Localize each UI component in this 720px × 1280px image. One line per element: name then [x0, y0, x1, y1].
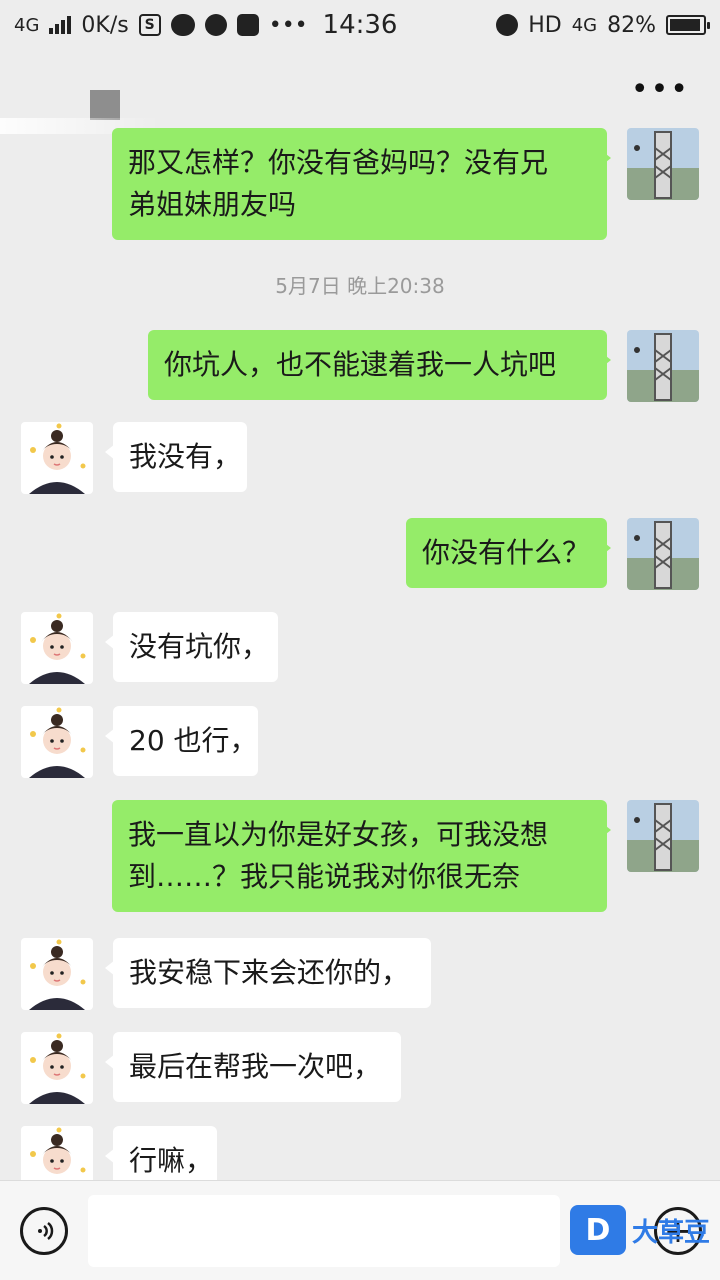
my-avatar[interactable]	[627, 330, 699, 402]
received-message-bubble[interactable]: 我没有，	[105, 422, 247, 492]
received-message-bubble[interactable]: 最后在帮我一次吧，	[105, 1032, 401, 1102]
chat-header: •••	[0, 50, 720, 134]
message-text-line: 到……？我只能说我对你很无奈	[128, 860, 521, 893]
battery-icon	[666, 15, 710, 35]
message-text-line: 你坑人，也不能逮着我一人坑吧	[164, 348, 557, 381]
network-label: 4G	[14, 14, 40, 36]
tower-photo-icon	[627, 518, 699, 590]
sent-message-bubble[interactable]: 你没有什么？	[406, 518, 611, 588]
wechat-icon	[170, 14, 195, 36]
message-text-line: 最后在帮我一次吧，	[129, 1050, 382, 1083]
contact-avatar[interactable]	[21, 938, 93, 1010]
girl-cartoon-icon	[21, 612, 93, 684]
signal-icon	[49, 16, 72, 34]
contact-avatar[interactable]	[21, 612, 93, 684]
girl-cartoon-icon	[21, 706, 93, 778]
contact-avatar[interactable]	[21, 422, 93, 494]
network-label-right: 4G	[571, 14, 598, 36]
more-options-icon[interactable]: •••	[631, 75, 690, 105]
s-app-icon: S	[138, 14, 161, 36]
message-text-line: 那又怎样？你没有爸妈吗？没有兄	[128, 146, 549, 179]
battery-percent: 82%	[607, 12, 656, 38]
message-text-line: 我安稳下来会还你的，	[129, 956, 410, 989]
my-avatar[interactable]	[627, 800, 699, 872]
status-right: HD 4G 82%	[496, 12, 710, 38]
watermark: D 大草豆	[570, 1205, 710, 1255]
watermark-logo: D	[570, 1205, 626, 1255]
notification-icon	[236, 14, 259, 36]
received-message-bubble[interactable]: 我安稳下来会还你的，	[105, 938, 431, 1008]
my-avatar[interactable]	[627, 518, 699, 590]
tower-photo-icon	[627, 330, 699, 402]
message-timestamp: 5月7日 晚上20:38	[275, 274, 445, 298]
received-message-bubble[interactable]: 20 也行，	[105, 706, 258, 776]
sent-message-bubble[interactable]: 我一直以为你是好女孩，可我没想 到……？我只能说我对你很无奈	[112, 800, 611, 912]
voice-icon	[38, 1222, 54, 1240]
message-text-line: 20 也行，	[129, 724, 258, 757]
message-text-line: 没有坑你，	[129, 630, 270, 663]
message-text-line: 我没有，	[129, 440, 242, 473]
contact-avatar[interactable]	[21, 1032, 93, 1104]
sent-message-bubble[interactable]: 那又怎样？你没有爸妈吗？没有兄 弟姐妹朋友吗	[112, 128, 611, 240]
speed-label: 0K/s	[81, 12, 129, 38]
message-text-line: 我一直以为你是好女孩，可我没想	[128, 818, 549, 851]
hd-label: HD	[528, 12, 562, 38]
status-bar: 4G 0K/s S ••• 14:36 HD 4G 82%	[0, 0, 720, 50]
contact-avatar[interactable]	[21, 706, 93, 778]
tower-photo-icon	[627, 800, 699, 872]
watermark-text: 大草豆	[632, 1217, 711, 1248]
voice-button[interactable]	[20, 1207, 68, 1255]
contact-avatar-placeholder	[90, 90, 120, 120]
status-left: 4G 0K/s S •••	[14, 13, 308, 38]
message-text-line: 弟姐妹朋友吗	[128, 188, 297, 221]
alarm-icon	[496, 14, 519, 36]
received-message-bubble[interactable]: 没有坑你，	[105, 612, 278, 682]
tower-photo-icon	[627, 128, 699, 200]
message-text-line: 行嘛，	[129, 1144, 214, 1177]
message-text-line: 你没有什么？	[422, 536, 591, 569]
girl-cartoon-icon	[21, 1032, 93, 1104]
sent-message-bubble[interactable]: 你坑人，也不能逮着我一人坑吧	[148, 330, 611, 400]
message-input[interactable]	[88, 1195, 560, 1267]
my-avatar[interactable]	[627, 128, 699, 200]
girl-cartoon-icon	[21, 422, 93, 494]
battery-fill	[670, 19, 700, 31]
chat-bubble-icon	[204, 14, 227, 36]
more-notifications-icon: •••	[268, 12, 308, 38]
girl-cartoon-icon	[21, 938, 93, 1010]
